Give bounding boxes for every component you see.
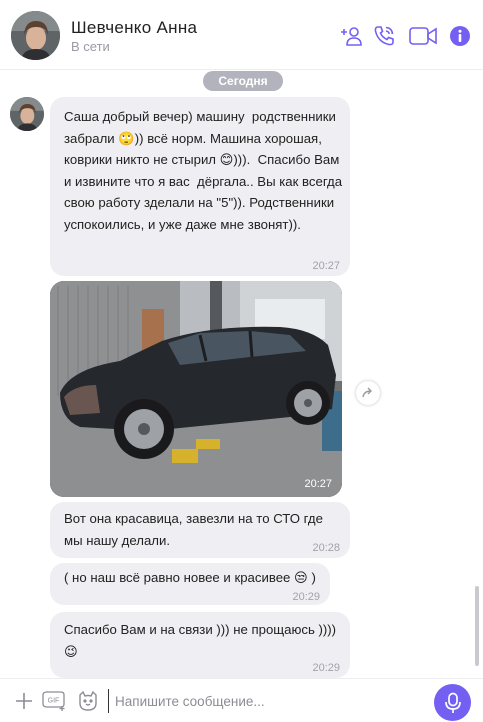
- video-icon[interactable]: [407, 23, 439, 49]
- sender-avatar[interactable]: [10, 97, 44, 131]
- gif-icon[interactable]: GIF: [40, 689, 68, 713]
- message-time: 20:27: [312, 260, 340, 272]
- message-bubble[interactable]: Вот она красавица, завезли на то СТО где…: [50, 502, 350, 558]
- message-composer: GIF: [0, 678, 483, 722]
- gif-label: GIF: [48, 698, 60, 705]
- message-list[interactable]: Сегодня Саша добрый вечер) машину родств…: [0, 70, 483, 678]
- microphone-icon[interactable]: [434, 684, 471, 721]
- message-bubble[interactable]: ( но наш всё равно новее и красивее 😒 ) …: [50, 563, 330, 605]
- share-icon[interactable]: [356, 381, 380, 405]
- photo-message[interactable]: 20:27: [50, 281, 342, 497]
- message-text: Спасибо Вам и на связи ))) не прощаюсь )…: [64, 622, 337, 659]
- message-time: 20:27: [304, 478, 332, 490]
- scrollbar[interactable]: [475, 586, 479, 666]
- message-time: 20:29: [312, 662, 340, 674]
- message-bubble[interactable]: Спасибо Вам и на связи ))) не прощаюсь )…: [50, 612, 350, 678]
- contact-avatar[interactable]: [11, 11, 60, 60]
- phone-icon[interactable]: [371, 23, 397, 49]
- message-time: 20:29: [292, 591, 320, 603]
- car-photo: [50, 281, 342, 497]
- sticker-icon[interactable]: [76, 689, 100, 713]
- message-bubble[interactable]: Саша добрый вечер) машину родственники з…: [50, 97, 350, 276]
- plus-icon[interactable]: [12, 689, 36, 713]
- info-icon[interactable]: [447, 23, 473, 49]
- message-text: ( но наш всё равно новее и красивее 😒 ): [64, 570, 316, 585]
- contact-status: В сети: [71, 39, 110, 54]
- date-separator: Сегодня: [203, 71, 283, 91]
- chat-header: Шевченко Анна В сети: [0, 0, 483, 70]
- message-time: 20:28: [312, 542, 340, 554]
- message-text: Саша добрый вечер) машину родственники з…: [64, 109, 346, 232]
- contact-name[interactable]: Шевченко Анна: [71, 18, 197, 38]
- message-text: Вот она красавица, завезли на то СТО где…: [64, 511, 327, 548]
- message-input[interactable]: [108, 689, 408, 713]
- add-contact-icon[interactable]: [339, 23, 365, 49]
